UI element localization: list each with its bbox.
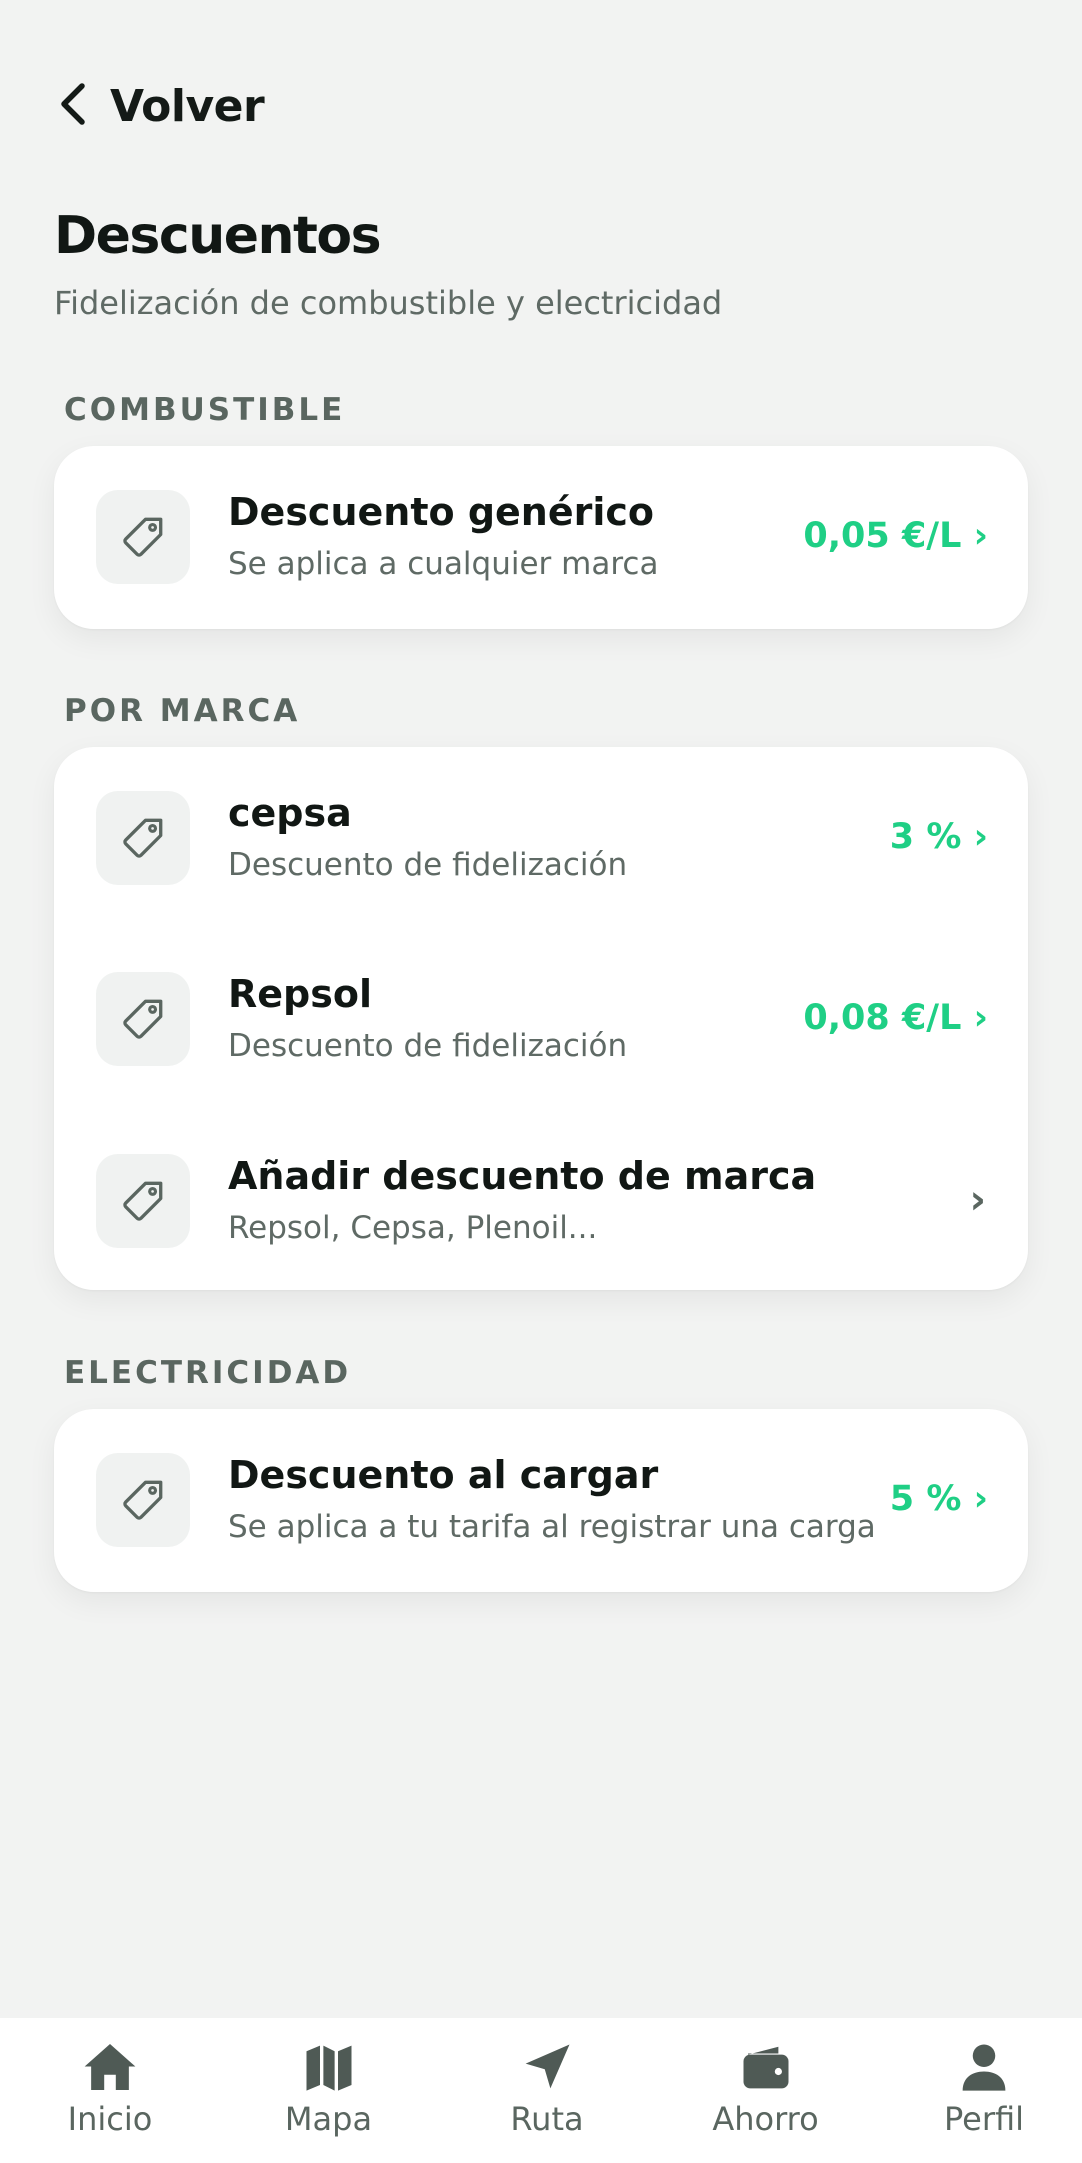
- card-combustible: Descuento genérico Se aplica a cualquier…: [54, 446, 1028, 629]
- chevron-right-icon: ›: [969, 1177, 986, 1223]
- section-label-electricidad: ELECTRICIDAD: [64, 1355, 352, 1391]
- page-subtitle: Fidelización de combustible y electricid…: [54, 284, 723, 322]
- tab-label: Perfil: [943, 2100, 1025, 2138]
- person-icon: [957, 2040, 1011, 2094]
- section-label-combustible: COMBUSTIBLE: [64, 392, 346, 428]
- card-electricidad: Descuento al cargar Se aplica a tu tarif…: [54, 1409, 1028, 1592]
- tab-label: Ahorro: [712, 2100, 819, 2138]
- discount-value: 0,05 €/L ›: [803, 516, 988, 556]
- tag-icon: [96, 490, 190, 584]
- discount-row-repsol[interactable]: Repsol Descuento de fidelización 0,08 €/…: [54, 928, 1028, 1108]
- discount-subtitle: Se aplica a tu tarifa al registrar una c…: [228, 1509, 876, 1545]
- back-button[interactable]: Volver: [58, 74, 265, 138]
- map-icon: [302, 2040, 356, 2094]
- tab-ahorro[interactable]: Ahorro: [696, 2040, 836, 2138]
- bottom-tab-bar: Inicio Mapa Ruta Ahorro Perfil: [0, 2018, 1082, 2163]
- card-por-marca: cepsa Descuento de fidelización 3 % › Re…: [54, 747, 1028, 1290]
- add-brand-discount-row[interactable]: Añadir descuento de marca Repsol, Cepsa,…: [54, 1110, 1028, 1290]
- navigation-arrow-icon: [520, 2040, 574, 2094]
- discount-value: 0,08 €/L ›: [803, 998, 988, 1038]
- tab-inicio[interactable]: Inicio: [40, 2040, 180, 2138]
- tag-icon: [96, 1154, 190, 1248]
- discount-title: Descuento al cargar: [228, 1453, 659, 1497]
- chevron-left-icon: [58, 82, 88, 130]
- tab-ruta[interactable]: Ruta: [477, 2040, 617, 2138]
- discount-subtitle: Se aplica a cualquier marca: [228, 546, 659, 582]
- tab-label: Ruta: [510, 2100, 584, 2138]
- tab-label: Inicio: [67, 2100, 153, 2138]
- discount-title: Repsol: [228, 972, 372, 1016]
- discount-row-charging[interactable]: Descuento al cargar Se aplica a tu tarif…: [54, 1409, 1028, 1589]
- home-icon: [81, 2040, 139, 2094]
- discount-value: 3 % ›: [889, 817, 988, 857]
- discount-title: Añadir descuento de marca: [228, 1154, 817, 1198]
- back-label: Volver: [110, 80, 265, 132]
- discount-row-cepsa[interactable]: cepsa Descuento de fidelización 3 % ›: [54, 747, 1028, 927]
- tag-icon: [96, 972, 190, 1066]
- discount-subtitle: Repsol, Cepsa, Plenoil...: [228, 1210, 598, 1246]
- page-title: Descuentos: [54, 206, 382, 266]
- tab-mapa[interactable]: Mapa: [259, 2040, 399, 2138]
- tab-perfil[interactable]: Perfil: [914, 2040, 1054, 2138]
- tag-icon: [96, 791, 190, 885]
- discount-subtitle: Descuento de fidelización: [228, 1028, 628, 1064]
- discount-title: Descuento genérico: [228, 490, 655, 534]
- tab-label: Mapa: [284, 2100, 373, 2138]
- discount-subtitle: Descuento de fidelización: [228, 847, 628, 883]
- section-label-por-marca: POR MARCA: [64, 693, 301, 729]
- discount-value: 5 % ›: [889, 1479, 988, 1519]
- discount-title: cepsa: [228, 791, 352, 835]
- discount-row-generic[interactable]: Descuento genérico Se aplica a cualquier…: [54, 446, 1028, 626]
- tag-icon: [96, 1453, 190, 1547]
- wallet-icon: [738, 2040, 794, 2094]
